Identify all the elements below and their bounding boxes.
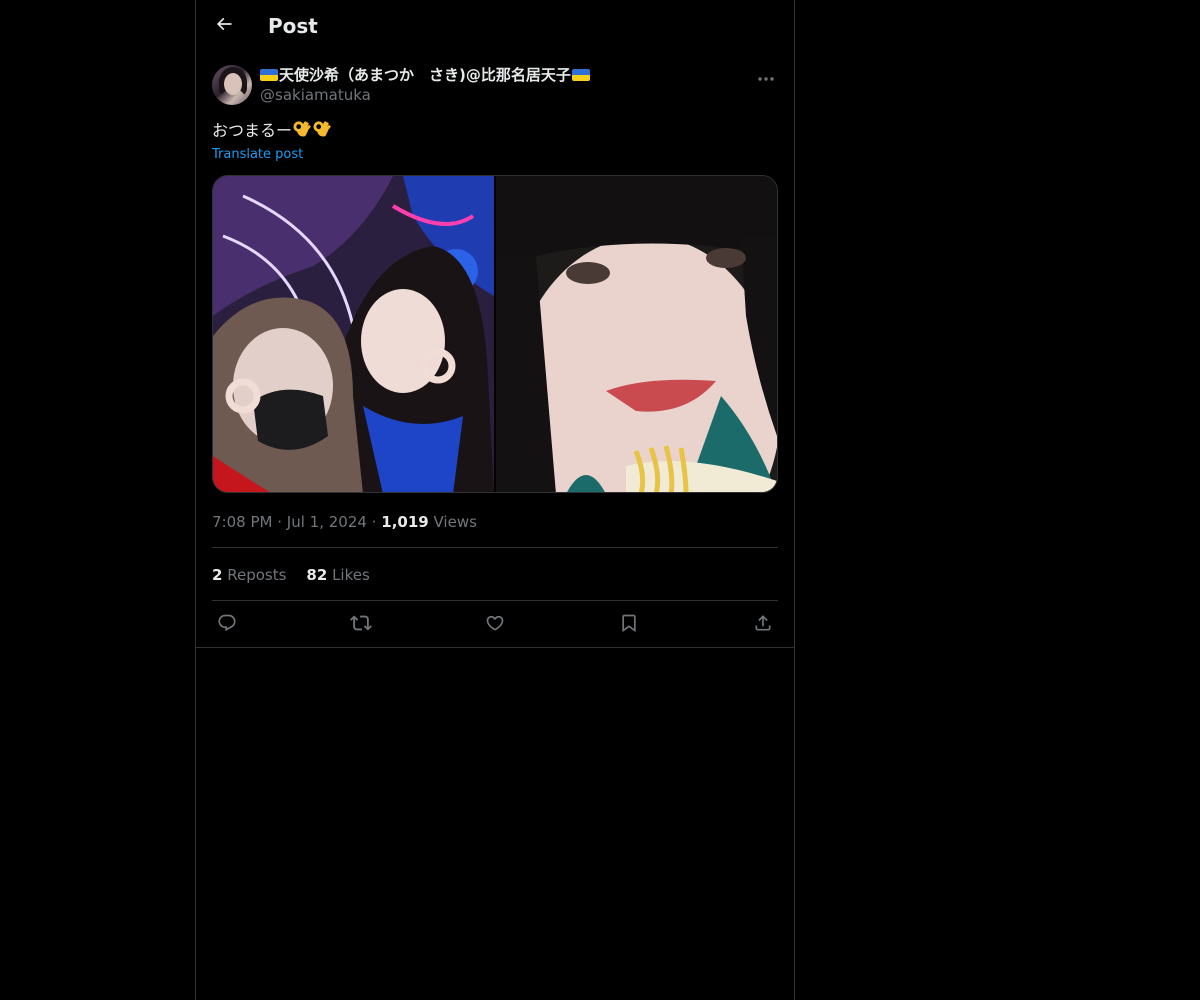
views-count: 1,019 xyxy=(381,513,429,531)
ukraine-flag-icon xyxy=(260,69,278,81)
post-actions-bar xyxy=(212,612,778,638)
more-dots-icon xyxy=(758,66,774,85)
post-text-content: おつまるー xyxy=(212,121,293,140)
post-photo[interactable] xyxy=(213,176,494,492)
page-title: Post xyxy=(268,14,318,38)
divider xyxy=(196,647,794,648)
post-photo[interactable] xyxy=(496,176,777,492)
like-icon xyxy=(485,613,505,637)
post-time: 7:08 PM xyxy=(212,513,273,531)
user-handle[interactable]: @sakiamatuka xyxy=(260,86,371,104)
divider xyxy=(212,547,778,548)
post-time-link[interactable]: 7:08 PM · Jul 1, 2024 xyxy=(212,513,367,531)
primary-column: Post 天使沙希（あまつか さき)@比那名居天子 @sakiamatuka お… xyxy=(195,0,795,1000)
divider xyxy=(212,600,778,601)
page-header: Post xyxy=(196,0,794,53)
views-label: Views xyxy=(433,513,477,531)
ukraine-flag-icon xyxy=(571,69,590,81)
repost-icon xyxy=(350,612,372,638)
post-metadata: 7:08 PM · Jul 1, 2024 · 1,019 Views xyxy=(212,513,477,531)
like-button[interactable] xyxy=(480,612,510,638)
reply-icon xyxy=(217,613,237,637)
share-icon xyxy=(753,613,773,637)
display-name: 天使沙希（あまつか さき)@比那名居天子 xyxy=(279,66,571,84)
media-grid xyxy=(212,175,778,493)
reply-button[interactable] xyxy=(212,612,242,638)
ok-hand-emoji-icon xyxy=(293,120,312,139)
post-text: おつまるー xyxy=(212,120,332,142)
bookmark-icon xyxy=(619,613,639,637)
repost-button[interactable] xyxy=(346,612,376,638)
likes-stat-link[interactable]: 82 Likes xyxy=(306,566,369,584)
reposts-stat-link[interactable]: 2 Reposts xyxy=(212,566,286,584)
post-date: Jul 1, 2024 xyxy=(286,513,367,531)
engagement-stats: 2 Reposts 82 Likes xyxy=(212,566,370,584)
more-options-button[interactable] xyxy=(754,65,778,85)
ok-hand-emoji-icon xyxy=(313,120,332,139)
display-name-link[interactable]: 天使沙希（あまつか さき)@比那名居天子 xyxy=(260,66,590,84)
back-button[interactable] xyxy=(207,9,241,43)
share-button[interactable] xyxy=(748,612,778,638)
translate-post-link[interactable]: Translate post xyxy=(212,147,303,163)
bookmark-button[interactable] xyxy=(614,612,644,638)
arrow-left-icon xyxy=(214,14,234,38)
avatar[interactable] xyxy=(212,65,252,105)
